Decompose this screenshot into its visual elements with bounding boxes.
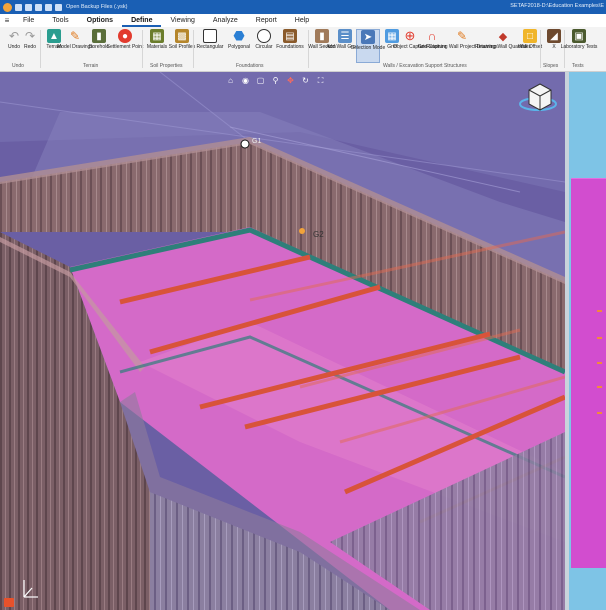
level-tick [597, 310, 602, 312]
zoom-window-icon[interactable]: ▢ [255, 75, 266, 86]
redo-icon: ↷ [24, 29, 36, 43]
slope-icon: ◢ [547, 29, 561, 43]
menu-help[interactable]: Help [286, 14, 318, 27]
model-drawings-button[interactable]: ✎ Model Drawings [57, 29, 93, 63]
group-slopes-label: Slopes [543, 63, 559, 69]
redo-button[interactable]: ↷ Redo [18, 29, 42, 63]
excavation-model: G2 G1 [0, 72, 565, 610]
office-badge-icon[interactable] [4, 598, 14, 607]
zoom-icon[interactable]: ⚲ [270, 75, 281, 86]
open-file-icon[interactable] [25, 3, 32, 11]
g2-label: G2 [313, 230, 324, 239]
view-icon[interactable]: ◉ [240, 75, 251, 86]
menu-tools[interactable]: Tools [43, 14, 77, 27]
laboratory-tests-button[interactable]: ▣ Laboratory Tests [561, 29, 597, 63]
g1-marker-icon[interactable] [240, 139, 250, 149]
open-backup-icon[interactable] [55, 3, 62, 11]
level-tick [597, 362, 602, 364]
materials-icon: ▦ [150, 29, 164, 43]
group-undo-label: Undo [12, 63, 24, 69]
polygon-icon: ⬣ [233, 28, 245, 43]
wall-offset-icon: □ [523, 29, 537, 43]
magnet-icon: ∩ [427, 29, 437, 43]
settlement-point-button[interactable]: ● Settlement Point [107, 29, 143, 63]
materials-button[interactable]: ▦ Materials [145, 29, 169, 63]
wall-offset-button[interactable]: □ Wall Offset [518, 29, 542, 63]
circle-icon [257, 29, 271, 43]
menu-viewing[interactable]: Viewing [161, 14, 203, 27]
fit-icon[interactable]: ⛶ [315, 75, 326, 86]
group-walls-label: Walls / Excavation Support Structures [383, 63, 467, 69]
menu-analyze[interactable]: Analyze [204, 14, 247, 27]
app-logo-icon [3, 2, 12, 12]
wall-section-icon: ▮ [315, 29, 329, 43]
quick-access-toolbar [0, 2, 62, 12]
g1-label: G1 [252, 138, 261, 145]
borehole-icon: ▮ [92, 29, 106, 43]
menu-bar: ≡ File Tools Options Define Viewing Anal… [0, 14, 606, 27]
group-terrain-label: Terrain [83, 63, 99, 69]
menu-report[interactable]: Report [247, 14, 286, 27]
menu-file[interactable]: File [14, 14, 43, 27]
polygonal-button[interactable]: ⬣ Polygonal [227, 28, 251, 63]
level-tick [597, 412, 602, 414]
soil-profiles-icon: ▩ [175, 29, 189, 43]
object-capture-icon: ⊕ [404, 28, 416, 43]
view-toolbar: ⌂ ◉ ▢ ⚲ ✥ ↻ ⛶ [225, 75, 326, 86]
rotate-icon[interactable]: ↻ [300, 75, 311, 86]
ribbon-separator [40, 30, 41, 68]
group-foundations-label: Foundations [236, 63, 264, 69]
3d-viewport[interactable]: G2 G1 ⌂ ◉ ▢ ⚲ ✥ ↻ ⛶ [0, 72, 565, 610]
pencil-icon: ✎ [69, 29, 81, 43]
new-file-icon[interactable] [15, 3, 22, 11]
open-backup-label[interactable]: Open Backup Files (.ysk) [66, 4, 127, 10]
rectangular-button[interactable]: Rectangular [197, 29, 223, 63]
wall-groups-icon: ☰ [338, 29, 352, 43]
selection-mode-button[interactable]: ➤ Selection Mode [351, 29, 385, 63]
rectangle-icon [203, 29, 217, 43]
grid-icon: ▦ [385, 29, 399, 43]
laboratory-icon: ▣ [572, 29, 586, 43]
drawing-icon: ✎ [456, 29, 468, 43]
circular-button[interactable]: Circular [252, 29, 276, 63]
terrain-icon: ▲ [47, 29, 61, 43]
level-tick [597, 386, 602, 388]
menu-options[interactable]: Options [78, 14, 122, 27]
level-tick [597, 337, 602, 339]
menu-define[interactable]: Define [122, 14, 162, 27]
foundations-button[interactable]: ▤ Foundations [276, 29, 304, 63]
save-icon[interactable] [35, 3, 42, 11]
pan-icon[interactable]: ✥ [285, 75, 296, 86]
side-view-section [571, 178, 606, 568]
ribbon-separator [142, 30, 143, 68]
retaining-wall-quantities-button[interactable]: ◆ Retaining Wall Quantities [475, 29, 531, 63]
save-all-icon[interactable] [45, 3, 52, 11]
foundations-icon: ▤ [283, 29, 297, 43]
side-view-panel[interactable] [565, 72, 606, 610]
cursor-icon: ➤ [361, 30, 375, 44]
ribbon: ↶ Undo ↷ Redo ▲ Terrain ✎ Model Drawings ▮ Bo… [0, 27, 606, 72]
title-bar: Open Backup Files (.ysk) SETAF2018-D:\Ed… [0, 0, 606, 14]
ribbon-separator [540, 30, 541, 68]
group-soil-properties-label: Soil Properties [150, 63, 183, 69]
settlement-point-icon: ● [118, 29, 132, 43]
panel-splitter[interactable] [565, 72, 569, 610]
g2-marker-icon[interactable] [299, 228, 305, 234]
retaining-wall-project-drawings-button[interactable]: ✎ Retaining Wall Project Drawings [426, 29, 497, 63]
window-title: SETAF2018-D:\Education Examples\E [510, 3, 604, 9]
hamburger-menu-icon[interactable]: ≡ [0, 16, 14, 25]
home-icon[interactable]: ⌂ [225, 75, 236, 86]
ribbon-separator [193, 30, 194, 68]
soil-profiles-button[interactable]: ▩ Soil Profiles [169, 29, 195, 63]
group-tests-label: Tests [572, 63, 584, 69]
quantities-icon: ◆ [498, 30, 508, 43]
